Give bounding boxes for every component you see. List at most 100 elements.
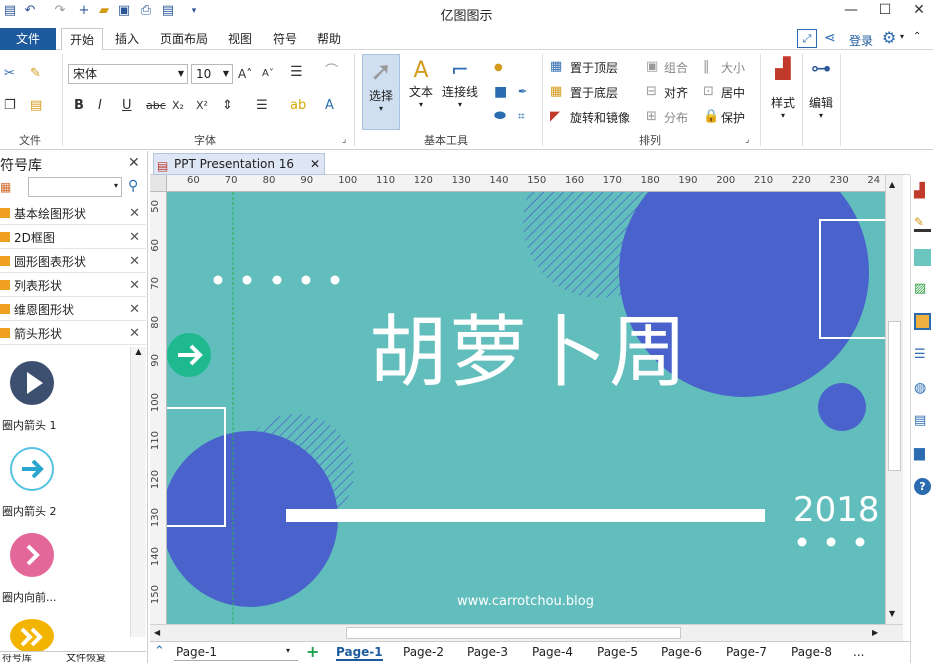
cut-icon[interactable]: ✂ bbox=[4, 66, 15, 82]
page-tab[interactable]: Page-5 bbox=[597, 645, 638, 659]
bring-front-icon[interactable]: ▦ bbox=[550, 59, 562, 75]
document-tab[interactable]: ▤ PPT Presentation 16 ✕ bbox=[153, 153, 325, 175]
page-tab-more[interactable]: ... bbox=[853, 645, 864, 659]
tab-insert[interactable]: 插入 bbox=[110, 28, 144, 50]
page-tab[interactable]: Page-6 bbox=[661, 645, 702, 659]
tab-help[interactable]: 帮助 bbox=[311, 28, 347, 50]
collapse-ribbon-icon[interactable]: ⌃ bbox=[913, 31, 921, 42]
lock-icon[interactable]: 🔒 bbox=[703, 109, 719, 125]
settings-dropdown-icon[interactable]: ▾ bbox=[900, 32, 904, 41]
close-icon[interactable]: ✕ bbox=[310, 154, 320, 174]
group-button[interactable]: 组合 bbox=[664, 59, 688, 76]
close-icon[interactable]: ✕ bbox=[129, 299, 140, 321]
underline-icon[interactable]: U bbox=[122, 98, 132, 114]
tab-home[interactable]: 开始 bbox=[61, 28, 103, 51]
tab-view[interactable]: 视图 bbox=[222, 28, 258, 50]
slide-url[interactable]: www.carrotchou.blog bbox=[457, 594, 594, 609]
close-icon[interactable]: ✕ bbox=[129, 275, 140, 297]
shrink-font-icon[interactable]: A˅ bbox=[262, 66, 274, 82]
slide-title[interactable]: 胡萝卜周 bbox=[339, 308, 719, 398]
select-tool-button[interactable]: ➚ 选择 ▾ bbox=[362, 54, 400, 130]
highlight-icon[interactable]: ab bbox=[290, 98, 306, 114]
library-item[interactable]: 2D框图 ✕ bbox=[0, 227, 146, 249]
line-spacing-icon[interactable]: ⌒ bbox=[325, 64, 338, 80]
page-select[interactable]: Page-1 ▾ bbox=[174, 644, 298, 661]
help-icon[interactable]: ? bbox=[914, 478, 931, 495]
font-size-select[interactable]: 10 ▼ bbox=[191, 64, 233, 84]
shadow-icon[interactable] bbox=[914, 249, 931, 266]
scroll-right-icon[interactable]: ▶ bbox=[872, 628, 878, 637]
minimize-button[interactable]: — bbox=[834, 0, 868, 22]
style-button[interactable]: ▟ 样式 ▾ bbox=[766, 56, 800, 132]
text-tool-button[interactable]: A 文本 ▾ bbox=[404, 54, 438, 130]
paste-icon[interactable]: ▤ bbox=[30, 98, 42, 114]
share-icon[interactable]: ⋖ bbox=[824, 30, 836, 46]
image-icon[interactable]: ▨ bbox=[914, 281, 931, 298]
rectangle-shape-icon[interactable]: ■ bbox=[494, 84, 507, 100]
settings-gear-icon[interactable]: ⚙ bbox=[882, 28, 896, 47]
library-scrollbar[interactable]: ▲ bbox=[130, 347, 146, 637]
bullet-list-icon[interactable]: ☰ bbox=[256, 98, 268, 114]
library-item[interactable]: 维恩图形状 ✕ bbox=[0, 299, 146, 321]
circle-arrow-2-shape[interactable] bbox=[10, 447, 54, 491]
tab-file[interactable]: 文件 bbox=[0, 28, 56, 50]
subscript-icon[interactable]: X₂ bbox=[172, 98, 184, 114]
circle-double-arrow-shape[interactable] bbox=[10, 619, 54, 653]
node-icon[interactable]: ● bbox=[494, 60, 503, 76]
size-button[interactable]: 大小 bbox=[721, 59, 745, 76]
format-painter-icon[interactable]: ✎ bbox=[30, 66, 41, 82]
login-link[interactable]: 登录 bbox=[849, 32, 873, 49]
group-icon[interactable]: ▣ bbox=[646, 59, 658, 75]
grow-font-icon[interactable]: A˄ bbox=[238, 66, 252, 82]
font-name-select[interactable]: 宋体 ▼ bbox=[68, 64, 188, 84]
fill-icon[interactable]: ▟ bbox=[914, 183, 931, 200]
share-screen-icon[interactable]: ⤢ bbox=[797, 29, 817, 48]
close-icon[interactable]: ✕ bbox=[129, 203, 140, 225]
scroll-down-icon[interactable]: ▼ bbox=[889, 609, 895, 618]
circle-forward-shape[interactable] bbox=[10, 533, 54, 577]
comment-icon[interactable]: ▆ bbox=[914, 445, 931, 462]
page-list-icon[interactable]: ☰ bbox=[914, 347, 931, 364]
align-icon[interactable]: ⊟ bbox=[646, 84, 657, 100]
spacing-icon[interactable]: ⇕ bbox=[222, 98, 233, 114]
italic-icon[interactable]: I bbox=[98, 98, 102, 114]
search-icon[interactable]: ⚲ bbox=[128, 178, 138, 194]
scroll-up-icon[interactable]: ▲ bbox=[889, 180, 895, 189]
page-tab[interactable]: Page-4 bbox=[532, 645, 573, 659]
page-tab[interactable]: Page-2 bbox=[403, 645, 444, 659]
page-tab[interactable]: Page-8 bbox=[791, 645, 832, 659]
library-search-input[interactable] bbox=[28, 177, 122, 197]
distribute-icon[interactable]: ⊞ bbox=[646, 109, 657, 125]
slide-year[interactable]: 2018 bbox=[793, 490, 880, 530]
font-dialog-launcher-icon[interactable]: ⌟ bbox=[342, 132, 346, 148]
ellipse-shape-icon[interactable]: ⬬ bbox=[494, 108, 506, 124]
send-back-icon[interactable]: ▦ bbox=[550, 84, 562, 100]
vertical-scroll-thumb[interactable] bbox=[888, 321, 901, 471]
layers-icon[interactable] bbox=[914, 313, 931, 330]
page-list-toggle-icon[interactable]: ⌃ bbox=[154, 644, 165, 659]
library-item[interactable]: 箭头形状 ✕ bbox=[0, 323, 146, 345]
font-color-icon[interactable]: A bbox=[325, 98, 334, 114]
bring-front-button[interactable]: 置于顶层 bbox=[570, 59, 618, 76]
horizontal-scroll-thumb[interactable] bbox=[346, 627, 681, 639]
close-button[interactable]: ✕ bbox=[902, 0, 933, 22]
add-page-button[interactable]: + bbox=[306, 642, 319, 661]
superscript-icon[interactable]: X² bbox=[196, 98, 208, 114]
globe-icon[interactable]: ◍ bbox=[914, 380, 931, 397]
small-circle-right[interactable] bbox=[818, 383, 866, 431]
bold-icon[interactable]: B bbox=[74, 98, 84, 114]
tab-symbol[interactable]: 符号 bbox=[267, 28, 303, 50]
page-tab[interactable]: Page-7 bbox=[726, 645, 767, 659]
library-item[interactable]: 列表形状 ✕ bbox=[0, 275, 146, 297]
page-tab[interactable]: Page-1 bbox=[336, 645, 383, 661]
close-icon[interactable]: ✕ bbox=[129, 323, 140, 345]
slide-canvas[interactable]: 胡萝卜周 2018 www.carrotchou.blog bbox=[167, 192, 886, 624]
copy-icon[interactable]: ❐ bbox=[4, 98, 16, 114]
scroll-left-icon[interactable]: ◀ bbox=[154, 628, 160, 637]
crop-icon[interactable]: ⌗ bbox=[518, 108, 525, 124]
maximize-button[interactable]: ☐ bbox=[868, 0, 902, 22]
tab-page-layout[interactable]: 页面布局 bbox=[154, 28, 214, 50]
send-back-button[interactable]: 置于底层 bbox=[570, 84, 618, 101]
horizontal-scrollbar[interactable]: ◀ ▶ bbox=[150, 624, 903, 641]
chevron-down-icon[interactable]: ▾ bbox=[114, 181, 118, 190]
